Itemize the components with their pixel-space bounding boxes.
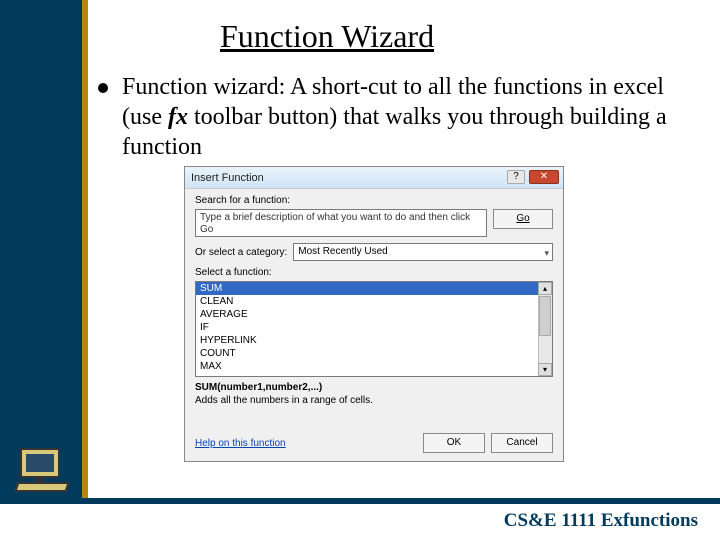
fx-emphasis: fx bbox=[168, 104, 188, 130]
scroll-down-icon[interactable]: ▾ bbox=[538, 363, 552, 376]
bullet-dot-icon bbox=[98, 83, 108, 93]
scroll-thumb[interactable] bbox=[539, 296, 551, 336]
gold-strip bbox=[82, 0, 88, 498]
slide-footer: CS&E 1111 Exfunctions bbox=[504, 510, 698, 532]
scroll-up-icon[interactable]: ▴ bbox=[538, 282, 552, 295]
search-input[interactable]: Type a brief description of what you wan… bbox=[195, 209, 487, 237]
dialog-title: Insert Function bbox=[191, 172, 264, 184]
titlebar-help-button[interactable]: ? bbox=[507, 170, 525, 184]
list-item[interactable]: CLEAN bbox=[196, 295, 552, 308]
list-item[interactable]: MAX bbox=[196, 360, 552, 373]
left-sidebar bbox=[0, 0, 82, 498]
bullet-item: Function wizard: A short-cut to all the … bbox=[98, 72, 678, 162]
function-signature: SUM(number1,number2,...) bbox=[195, 382, 553, 393]
close-icon[interactable]: ✕ bbox=[529, 170, 559, 184]
search-label: Search for a function: bbox=[195, 195, 553, 206]
category-label: Or select a category: bbox=[195, 247, 287, 258]
dialog-body: Search for a function: Type a brief desc… bbox=[185, 189, 563, 418]
insert-function-dialog: Insert Function ? ✕ Search for a functio… bbox=[184, 166, 564, 462]
bullet-text: Function wizard: A short-cut to all the … bbox=[122, 72, 678, 162]
slide-title: Function Wizard bbox=[220, 18, 434, 55]
select-function-label: Select a function: bbox=[195, 267, 553, 278]
category-select[interactable]: Most Recently Used bbox=[293, 243, 553, 261]
search-row: Type a brief description of what you wan… bbox=[195, 209, 553, 237]
ok-button[interactable]: OK bbox=[423, 433, 485, 453]
list-item[interactable]: COUNT bbox=[196, 347, 552, 360]
list-item[interactable]: SUM bbox=[196, 282, 552, 295]
bottom-band bbox=[0, 498, 720, 504]
function-listbox[interactable]: SUM CLEAN AVERAGE IF HYPERLINK COUNT MAX… bbox=[195, 281, 553, 377]
bullet-post: toolbar button) that walks you through b… bbox=[122, 104, 667, 160]
monitor-icon bbox=[20, 448, 60, 478]
scrollbar[interactable]: ▴ ▾ bbox=[538, 282, 552, 376]
function-description: Adds all the numbers in a range of cells… bbox=[195, 395, 553, 406]
list-item[interactable]: AVERAGE bbox=[196, 308, 552, 321]
category-row: Or select a category: Most Recently Used bbox=[195, 243, 553, 261]
dialog-footer: Help on this function OK Cancel bbox=[195, 433, 553, 453]
list-item[interactable]: IF bbox=[196, 321, 552, 334]
cancel-button[interactable]: Cancel bbox=[491, 433, 553, 453]
help-link[interactable]: Help on this function bbox=[195, 438, 286, 449]
list-item[interactable]: HYPERLINK bbox=[196, 334, 552, 347]
go-button[interactable]: Go bbox=[493, 209, 553, 229]
slide: Function Wizard Function wizard: A short… bbox=[0, 0, 720, 540]
computer-icon bbox=[16, 448, 68, 496]
dialog-titlebar[interactable]: Insert Function ? ✕ bbox=[185, 167, 563, 189]
